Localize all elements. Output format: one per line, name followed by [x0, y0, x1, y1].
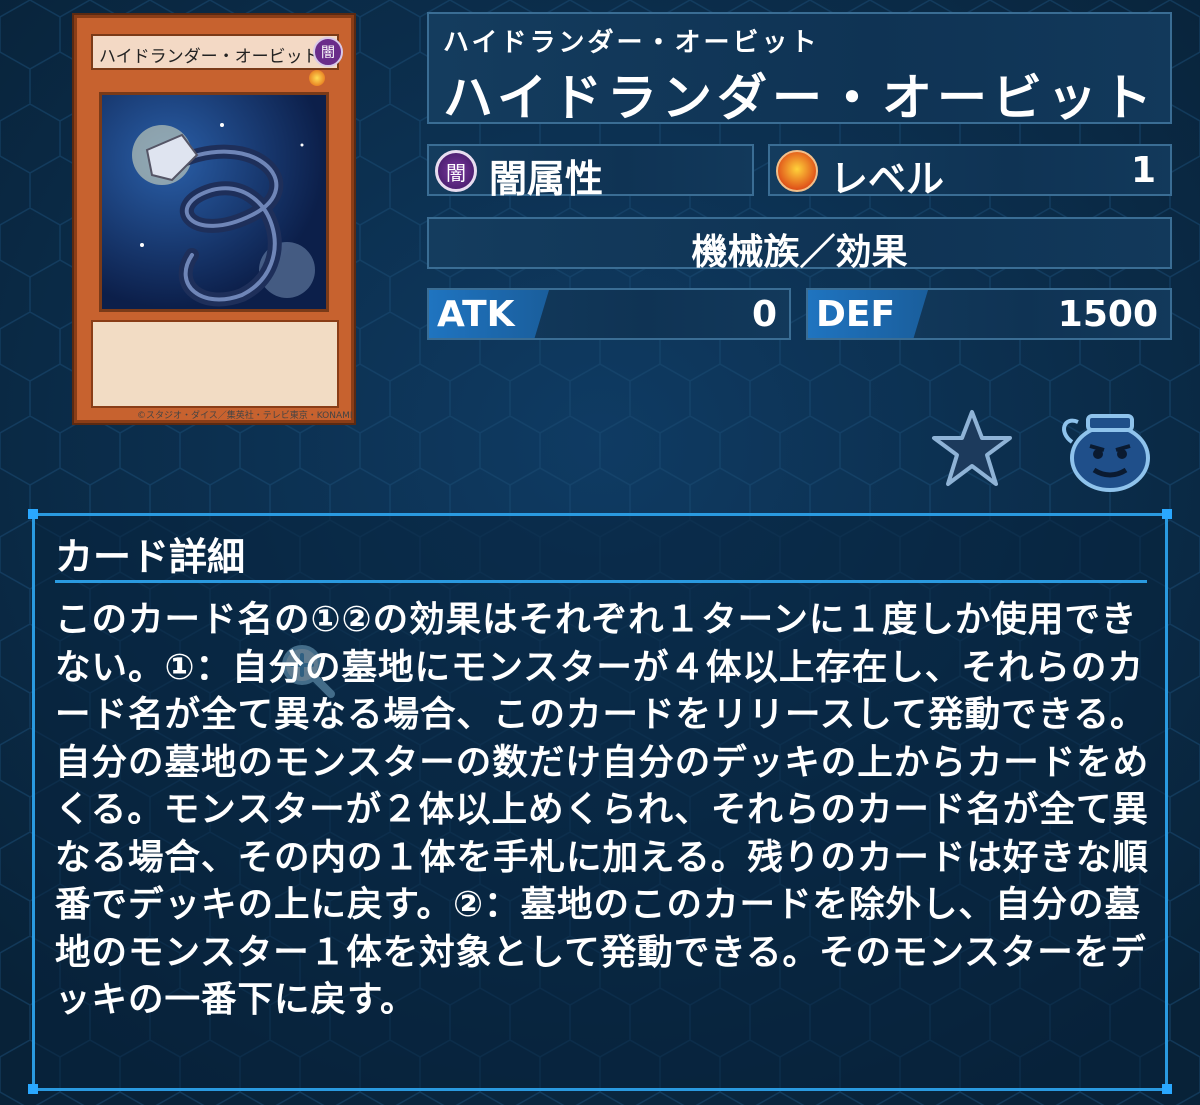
card-detail-divider — [55, 580, 1147, 583]
card-image-name: ハイドランダー・オービット — [99, 47, 320, 67]
card-name-panel: ハイドランダー・オービット ハイドランダー・オービット — [427, 12, 1172, 127]
card-image-copyright: ©スタジオ・ダイス／集英社・テレビ東京・KONAMI — [137, 411, 353, 421]
def-panel: DEF 1500 — [806, 288, 1172, 340]
pot-of-greed-icon[interactable] — [1058, 402, 1156, 496]
card-image-attribute-icon: 闇 — [313, 37, 343, 67]
star-icon[interactable] — [930, 408, 1014, 488]
atk-tag: ATK — [429, 290, 549, 338]
card-detail-title: カード詳細 — [55, 535, 246, 579]
dark-attribute-icon: 闇 — [435, 150, 477, 192]
card-artwork — [99, 92, 329, 312]
card-detail-panel: カード詳細 このカード名の①②の効果はそれぞれ１ターンに１度しか使用できない。①… — [32, 513, 1168, 1091]
def-tag: DEF — [808, 290, 928, 338]
detail-corner-br — [1162, 1084, 1172, 1094]
atk-label: ATK — [437, 294, 515, 335]
card-effect-text: このカード名の①②の効果はそれぞれ１ターンに１度しか使用できない。①：自分の墓地… — [55, 599, 1150, 1020]
atk-value: 0 — [751, 294, 777, 335]
def-label: DEF — [816, 294, 896, 335]
detail-corner-tr — [1162, 509, 1172, 519]
card-image-level-star-icon — [309, 70, 325, 86]
attribute-label: 闇属性 — [489, 157, 604, 201]
detail-corner-bl — [28, 1084, 38, 1094]
detail-corner-tl — [28, 509, 38, 519]
atk-panel: ATK 0 — [427, 288, 791, 340]
level-value: 1 — [1130, 150, 1156, 191]
def-value: 1500 — [1057, 294, 1158, 335]
level-label: レベル — [830, 157, 945, 201]
level-star-icon — [776, 150, 818, 192]
card-image[interactable]: ハイドランダー・オービット 闇 ©スタジオ・ダイス／集英社・テレビ東京・KONA… — [74, 15, 354, 698]
card-image-name-box: ハイドランダー・オービット 闇 — [91, 34, 343, 70]
attribute-panel: 闇 闇属性 — [427, 144, 754, 201]
card-name-ruby: ハイドランダー・オービット — [443, 28, 820, 58]
card-image-text-box — [91, 320, 339, 698]
card-name: ハイドランダー・オービット — [443, 69, 1157, 127]
monster-type: 機械族／効果 — [691, 232, 908, 273]
level-panel: レベル 1 — [768, 144, 1172, 201]
monster-type-panel: 機械族／効果 — [427, 217, 1172, 273]
